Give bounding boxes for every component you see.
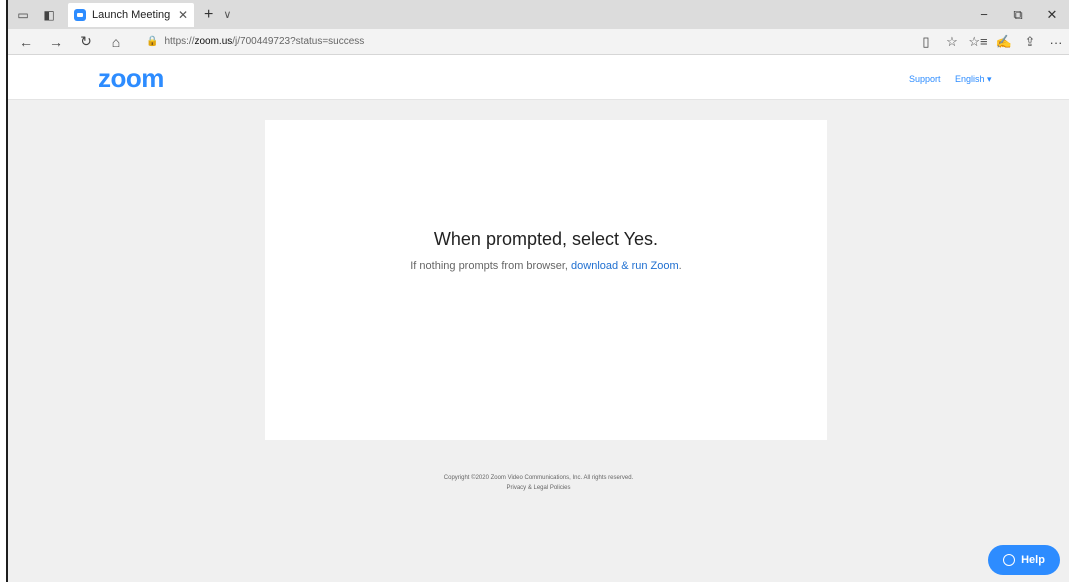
window-controls: − ⧉ ✕ xyxy=(967,0,1069,29)
tab-title: Launch Meeting - Zoom xyxy=(92,8,172,21)
copyright-text: Copyright ©2020 Zoom Video Communication… xyxy=(443,475,634,481)
reading-view-icon[interactable]: ▯ xyxy=(913,34,939,50)
restore-button[interactable]: ⧉ xyxy=(1001,7,1035,23)
refresh-button[interactable]: ↻ xyxy=(74,33,98,50)
tabs-aside-icon[interactable]: ◧ xyxy=(38,5,60,25)
forward-button[interactable]: → xyxy=(44,34,68,50)
address-toolbar: ← → ↻ ⌂ 🔒 https://zoom.us/j/700449723?st… xyxy=(8,29,1069,55)
more-icon[interactable]: ··· xyxy=(1043,35,1069,50)
favorite-star-icon[interactable]: ☆ xyxy=(939,34,965,50)
help-label: Help xyxy=(1021,554,1045,566)
minimize-button[interactable]: − xyxy=(967,7,1001,22)
tab-strip: ▭ ◧ Launch Meeting - Zoom ✕ + ∨ − ⧉ ✕ xyxy=(8,0,1069,29)
toolbar-right: ▯ ☆ ☆≡ ✍ ⇪ ··· xyxy=(913,29,1069,55)
new-tab-button[interactable]: + xyxy=(204,6,213,24)
tab-launch-meeting[interactable]: Launch Meeting - Zoom ✕ xyxy=(68,2,194,27)
privacy-legal-link[interactable]: Privacy & Legal Policies xyxy=(8,483,1069,493)
favorites-bar-icon[interactable]: ☆≡ xyxy=(965,34,991,50)
zoom-logo[interactable]: zoom xyxy=(98,63,164,94)
close-window-button[interactable]: ✕ xyxy=(1035,7,1069,23)
launch-card: When prompted, select Yes. If nothing pr… xyxy=(265,120,827,440)
share-icon[interactable]: ⇪ xyxy=(1017,34,1043,50)
lock-icon: 🔒 xyxy=(146,36,159,47)
home-button[interactable]: ⌂ xyxy=(104,34,128,50)
download-run-zoom-link[interactable]: download & run Zoom xyxy=(571,260,679,272)
tab-close-icon[interactable]: ✕ xyxy=(178,8,188,22)
tab-actions-icon[interactable]: ▭ xyxy=(12,5,34,25)
language-dropdown[interactable]: English ▾ xyxy=(955,74,992,85)
address-bar[interactable]: 🔒 https://zoom.us/j/700449723?status=suc… xyxy=(146,32,364,52)
chat-bubble-icon xyxy=(1003,554,1016,566)
zoom-header: zoom Support English ▾ xyxy=(8,55,1069,100)
card-title: When prompted, select Yes. xyxy=(433,229,659,249)
support-link[interactable]: Support xyxy=(909,74,941,84)
card-sub-text: If nothing prompts from browser, xyxy=(410,260,572,272)
url-prefix: https:// xyxy=(164,36,195,47)
footer: Copyright ©2020 Zoom Video Communication… xyxy=(8,473,1069,493)
tab-menu-chevron-icon[interactable]: ∨ xyxy=(223,8,231,21)
card-subtitle: If nothing prompts from browser, downloa… xyxy=(265,260,827,272)
url-domain: zoom.us xyxy=(194,36,233,47)
zoom-favicon-icon xyxy=(74,8,86,21)
url-path: /j/700449723?status=success xyxy=(232,36,365,47)
help-button[interactable]: Help xyxy=(988,545,1060,575)
back-button[interactable]: ← xyxy=(14,34,38,50)
card-sub-end: . xyxy=(678,260,682,272)
browser-window: ▭ ◧ Launch Meeting - Zoom ✕ + ∨ − ⧉ ✕ ← … xyxy=(6,0,1069,582)
pen-icon[interactable]: ✍ xyxy=(991,34,1017,50)
